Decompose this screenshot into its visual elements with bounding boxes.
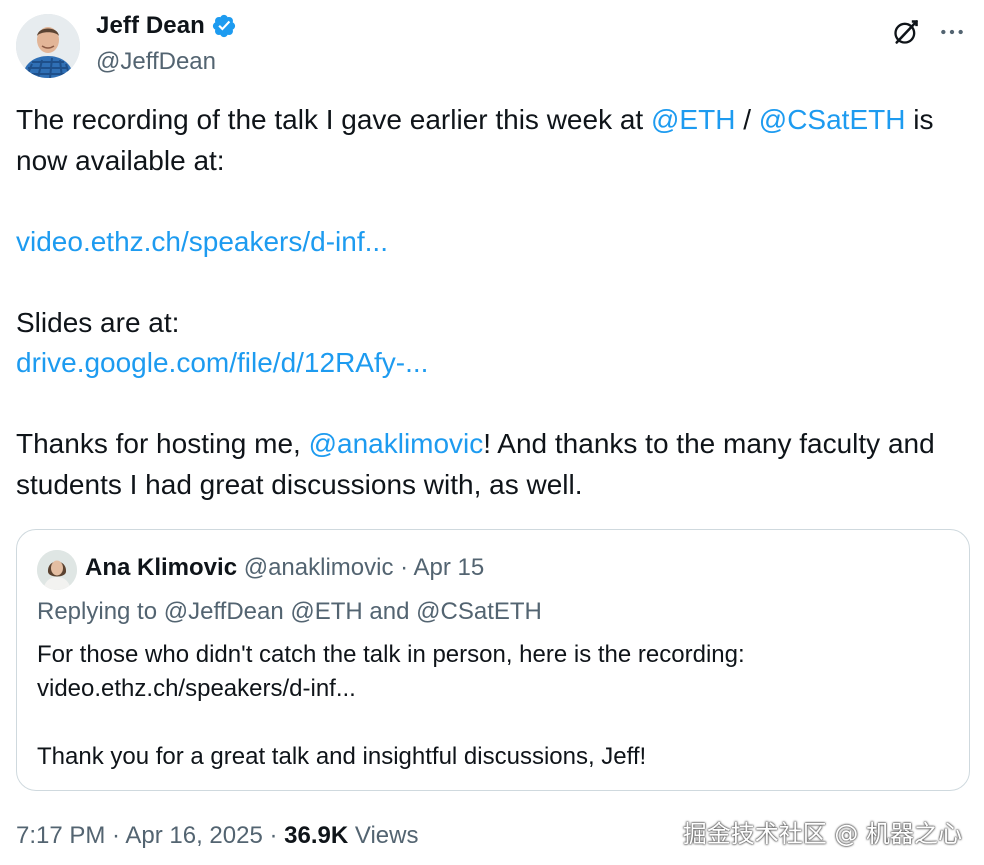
timestamp[interactable]: 7:17 PM · Apr 16, 2025 · [16, 822, 284, 849]
profile-photo-icon [16, 14, 80, 78]
quoted-author-avatar[interactable] [37, 550, 77, 590]
tweet-body: The recording of the talk I gave earlier… [16, 100, 966, 505]
tweet-text-segment: The recording of the talk I gave earlier… [16, 104, 651, 135]
quoted-handle-date: @anaklimovic · Apr 15 [237, 554, 485, 581]
tweet-header: Jeff Dean @JeffDean [16, 12, 968, 82]
tweet-text-segment: / [735, 104, 759, 135]
views-count: 36.9K [284, 822, 349, 849]
watermark: 掘金技术社区 @ 机器之心 [682, 820, 962, 848]
author-handle[interactable]: @JeffDean [96, 48, 216, 76]
profile-photo-icon [37, 550, 77, 590]
quoted-header: Ana Klimovic @anaklimovic · Apr 15 [85, 554, 484, 582]
grok-icon[interactable] [890, 16, 922, 48]
author-avatar[interactable] [16, 14, 80, 78]
video-link[interactable]: video.ethz.ch/speakers/d-inf... [16, 226, 388, 257]
quoted-replying-to: Replying to @JeffDean @ETH and @CSatETH [37, 598, 542, 625]
verified-badge-icon [212, 14, 236, 38]
tweet-paragraph-1: The recording of the talk I gave earlier… [16, 100, 966, 181]
slides-link[interactable]: drive.google.com/file/d/12RAfy-... [16, 347, 428, 378]
more-icon[interactable] [936, 16, 968, 48]
views-label: Views [348, 822, 419, 849]
tweet-footer: 7:17 PM · Apr 16, 2025 · 36.9K Views [16, 822, 418, 850]
mention-anaklimovic[interactable]: @anaklimovic [309, 428, 484, 459]
quoted-author-name[interactable]: Ana Klimovic [85, 554, 237, 581]
tweet-text-segment: Thanks for hosting me, [16, 428, 309, 459]
author-name[interactable]: Jeff Dean [96, 12, 205, 40]
slides-label: Slides are at: [16, 306, 180, 338]
quoted-body-link: video.ethz.ch/speakers/d-inf... [37, 675, 356, 702]
tweet-paragraph-thanks: Thanks for hosting me, @anaklimovic! And… [16, 424, 966, 505]
quoted-body-line: For those who didn't catch the talk in p… [37, 641, 745, 668]
quoted-tweet[interactable]: Ana Klimovic @anaklimovic · Apr 15 Reply… [16, 529, 970, 791]
quoted-body-line: Thank you for a great talk and insightfu… [37, 743, 647, 770]
mention-eth[interactable]: @ETH [651, 104, 735, 135]
quoted-body: For those who didn't catch the talk in p… [37, 638, 947, 774]
mention-csateth[interactable]: @CSatETH [759, 104, 906, 135]
